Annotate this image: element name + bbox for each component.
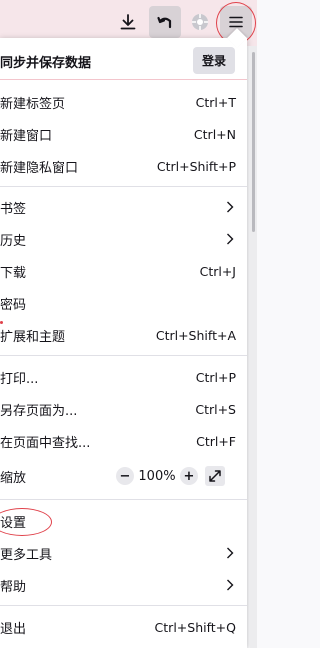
menu-item-find-in-page[interactable]: 在页面中查找... Ctrl+F (0, 425, 247, 457)
chevron-right-icon (226, 547, 234, 559)
login-button[interactable]: 登录 (193, 47, 235, 74)
page-scrollbar[interactable] (250, 46, 257, 648)
fullscreen-button[interactable] (205, 466, 225, 486)
menu-item-addons[interactable]: 扩展和主题 Ctrl+Shift+A (0, 319, 247, 351)
extension-button[interactable] (184, 6, 216, 38)
bookmarks-label: 书签 (0, 201, 27, 217)
menu-separator (0, 355, 247, 356)
new-window-label: 新建窗口 (0, 128, 53, 144)
print-label: 打印... (0, 371, 39, 387)
menu-item-passwords[interactable]: 密码 (0, 287, 247, 319)
addons-shortcut: Ctrl+Shift+A (155, 327, 236, 343)
more-tools-label: 更多工具 (0, 547, 53, 563)
menu-item-history[interactable]: 历史 (0, 223, 247, 255)
extension-icon (192, 14, 208, 30)
zoom-value[interactable]: 100% (134, 469, 180, 484)
new-tab-label: 新建标签页 (0, 96, 66, 112)
chevron-right-icon (226, 201, 234, 213)
menu-item-downloads[interactable]: 下载 Ctrl+J (0, 255, 247, 287)
menu-separator (0, 499, 247, 500)
menu-separator (0, 186, 247, 187)
menu-item-help[interactable]: 帮助 (0, 569, 247, 601)
zoom-controls: − 100% + (116, 460, 225, 492)
save-page-shortcut: Ctrl+S (195, 401, 236, 417)
chevron-right-icon (226, 233, 234, 245)
history-label: 历史 (0, 233, 27, 249)
chevron-right-icon (226, 579, 234, 591)
find-label: 在页面中查找... (0, 435, 91, 451)
menu-item-quit[interactable]: 退出 Ctrl+Shift+Q (0, 611, 247, 643)
print-shortcut: Ctrl+P (195, 369, 236, 385)
new-tab-shortcut: Ctrl+T (195, 94, 236, 110)
menu-separator (0, 605, 247, 606)
hamburger-menu-icon (229, 16, 243, 28)
help-label: 帮助 (0, 579, 27, 595)
downloads-shortcut: Ctrl+J (199, 263, 236, 279)
quit-shortcut: Ctrl+Shift+Q (154, 619, 236, 635)
download-button[interactable] (112, 6, 144, 38)
menu-item-new-private-window[interactable]: 新建隐私窗口 Ctrl+Shift+P (0, 150, 247, 182)
addons-label: 扩展和主题 (0, 329, 66, 345)
settings-label: 设置 (0, 515, 27, 531)
menu-item-bookmarks[interactable]: 书签 (0, 191, 247, 223)
menu-item-new-tab[interactable]: 新建标签页 Ctrl+T (0, 86, 247, 118)
menu-item-new-window[interactable]: 新建窗口 Ctrl+N (0, 118, 247, 150)
find-shortcut: Ctrl+F (196, 433, 236, 449)
quit-label: 退出 (0, 621, 27, 637)
zoom-out-button[interactable]: − (116, 467, 134, 485)
scrollbar-thumb[interactable] (252, 52, 255, 232)
new-private-window-shortcut: Ctrl+Shift+P (156, 158, 236, 174)
downloads-label: 下载 (0, 265, 27, 281)
sync-divider (0, 79, 247, 80)
download-icon (120, 14, 136, 30)
new-private-window-label: 新建隐私窗口 (0, 160, 79, 176)
back-arrow-icon (157, 16, 172, 29)
zoom-in-button[interactable]: + (180, 467, 198, 485)
menu-item-more-tools[interactable]: 更多工具 (0, 537, 247, 569)
new-window-shortcut: Ctrl+N (193, 126, 236, 142)
fullscreen-icon (209, 470, 221, 482)
passwords-label: 密码 (0, 297, 27, 313)
back-button[interactable] (149, 6, 181, 38)
menu-item-settings[interactable]: 设置 (0, 505, 247, 537)
save-page-label: 另存页面为... (0, 403, 78, 419)
menu-item-print[interactable]: 打印... Ctrl+P (0, 361, 247, 393)
menu-item-save-page[interactable]: 另存页面为... Ctrl+S (0, 393, 247, 425)
